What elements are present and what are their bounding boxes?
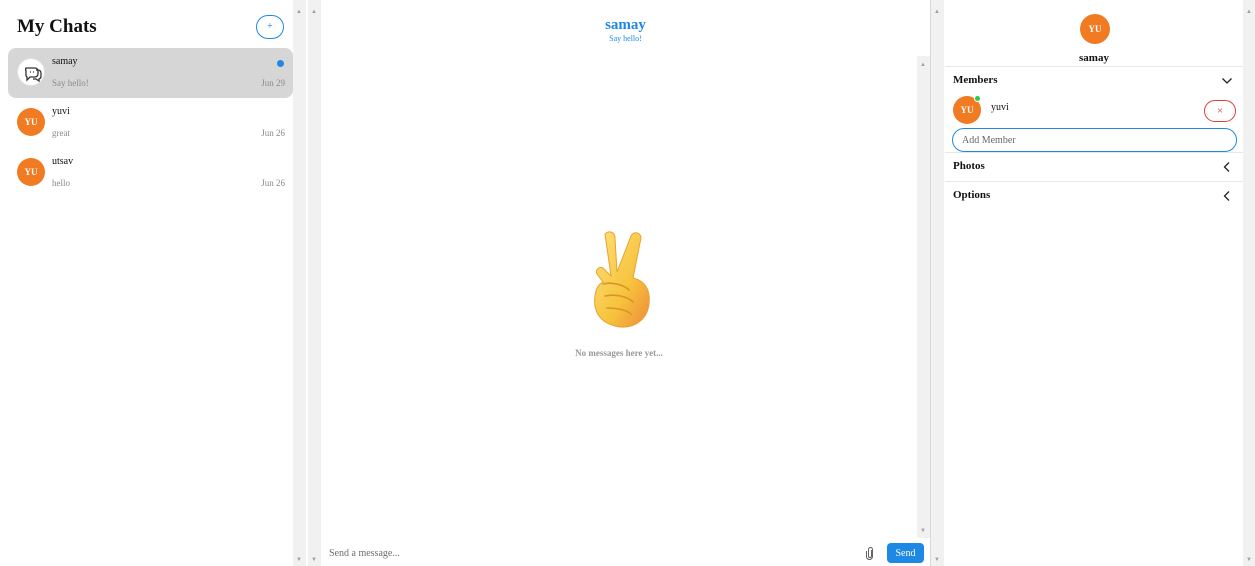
conversation-pane: samay Say hello! No messages here yet...… — [321, 0, 931, 566]
avatar: YU — [17, 108, 45, 136]
chat-date: Jun 26 — [261, 178, 285, 188]
message-scrollbar[interactable]: ▲ ▼ — [917, 56, 930, 538]
paperclip-icon[interactable] — [866, 547, 874, 560]
details-scrollbar[interactable]: ▲ ▼ — [1243, 0, 1255, 566]
online-indicator — [974, 95, 981, 102]
chevron-left-icon — [1223, 191, 1230, 201]
chat-name: utsav — [52, 156, 74, 167]
scroll-down-icon[interactable]: ▼ — [311, 556, 317, 564]
chat-list-scrollbar[interactable]: ▲ ▼ — [293, 0, 306, 566]
chat-list-scrollbar-secondary[interactable]: ▲ ▼ — [308, 0, 321, 566]
message-input[interactable] — [321, 540, 841, 566]
chat-item-yuvi[interactable]: YU yuvi great Jun 26 — [8, 98, 293, 148]
photos-section-title: Photos — [953, 160, 985, 172]
new-chat-button[interactable]: + — [256, 15, 284, 39]
details-chat-name: samay — [1079, 52, 1109, 64]
scroll-down-icon[interactable]: ▼ — [1246, 556, 1252, 564]
conversation-header: samay Say hello! — [321, 16, 930, 44]
chat-item-utsav[interactable]: YU utsav hello Jun 26 — [8, 148, 293, 198]
chat-preview: Say hello! — [52, 78, 89, 88]
scroll-up-icon[interactable]: ▲ — [920, 62, 926, 68]
member-name: yuvi — [991, 102, 1009, 113]
remove-member-button[interactable]: × — [1204, 100, 1236, 122]
scroll-up-icon[interactable]: ▲ — [296, 8, 302, 16]
chat-item-samay[interactable]: samay Say hello! Jun 29 — [8, 48, 293, 98]
chevron-left-icon — [1223, 162, 1230, 172]
scroll-up-icon[interactable]: ▲ — [934, 8, 940, 16]
chat-list-pane: My Chats + samay Say hello! Jun 29 YU yu… — [0, 0, 300, 566]
victory-hand-emoji — [594, 231, 650, 328]
chat-list-title: My Chats — [17, 16, 97, 37]
avatar: YU — [1080, 14, 1110, 44]
scroll-down-icon[interactable]: ▼ — [934, 556, 940, 564]
chat-list-header: My Chats + — [17, 14, 288, 42]
scroll-up-icon[interactable]: ▲ — [311, 8, 317, 16]
message-composer: Send — [321, 540, 930, 566]
group-chat-icon — [17, 58, 45, 86]
chat-name: yuvi — [52, 106, 70, 117]
members-section-title: Members — [953, 74, 998, 86]
empty-state-text: No messages here yet... — [575, 348, 663, 358]
add-member-input[interactable] — [952, 128, 1237, 152]
conversation-subtitle: Say hello! — [609, 34, 642, 43]
members-section-toggle[interactable]: Members — [945, 66, 1243, 94]
message-area: No messages here yet... — [321, 56, 917, 538]
chat-date: Jun 29 — [261, 78, 285, 88]
options-section-toggle[interactable]: Options — [945, 181, 1243, 209]
scroll-down-icon[interactable]: ▼ — [296, 556, 302, 564]
send-button[interactable]: Send — [887, 543, 924, 563]
conversation-scrollbar[interactable]: ▲ ▼ — [931, 0, 944, 566]
options-section-title: Options — [953, 189, 991, 201]
chat-list: samay Say hello! Jun 29 YU yuvi great Ju… — [8, 48, 293, 198]
chat-date: Jun 26 — [261, 128, 285, 138]
chat-preview: great — [52, 128, 70, 138]
avatar: YU — [17, 158, 45, 186]
chat-preview: hello — [52, 178, 70, 188]
photos-section-toggle[interactable]: Photos — [945, 152, 1243, 180]
chat-name: samay — [52, 56, 78, 67]
chevron-down-icon — [1222, 78, 1232, 84]
unread-indicator — [277, 60, 284, 67]
scroll-up-icon[interactable]: ▲ — [1246, 8, 1252, 16]
member-row: YU yuvi × — [953, 95, 1236, 124]
scroll-down-icon[interactable]: ▼ — [920, 528, 926, 534]
conversation-title[interactable]: samay — [321, 16, 930, 34]
chat-details-pane: YU samay Members YU yuvi × Photos Option… — [945, 0, 1243, 566]
